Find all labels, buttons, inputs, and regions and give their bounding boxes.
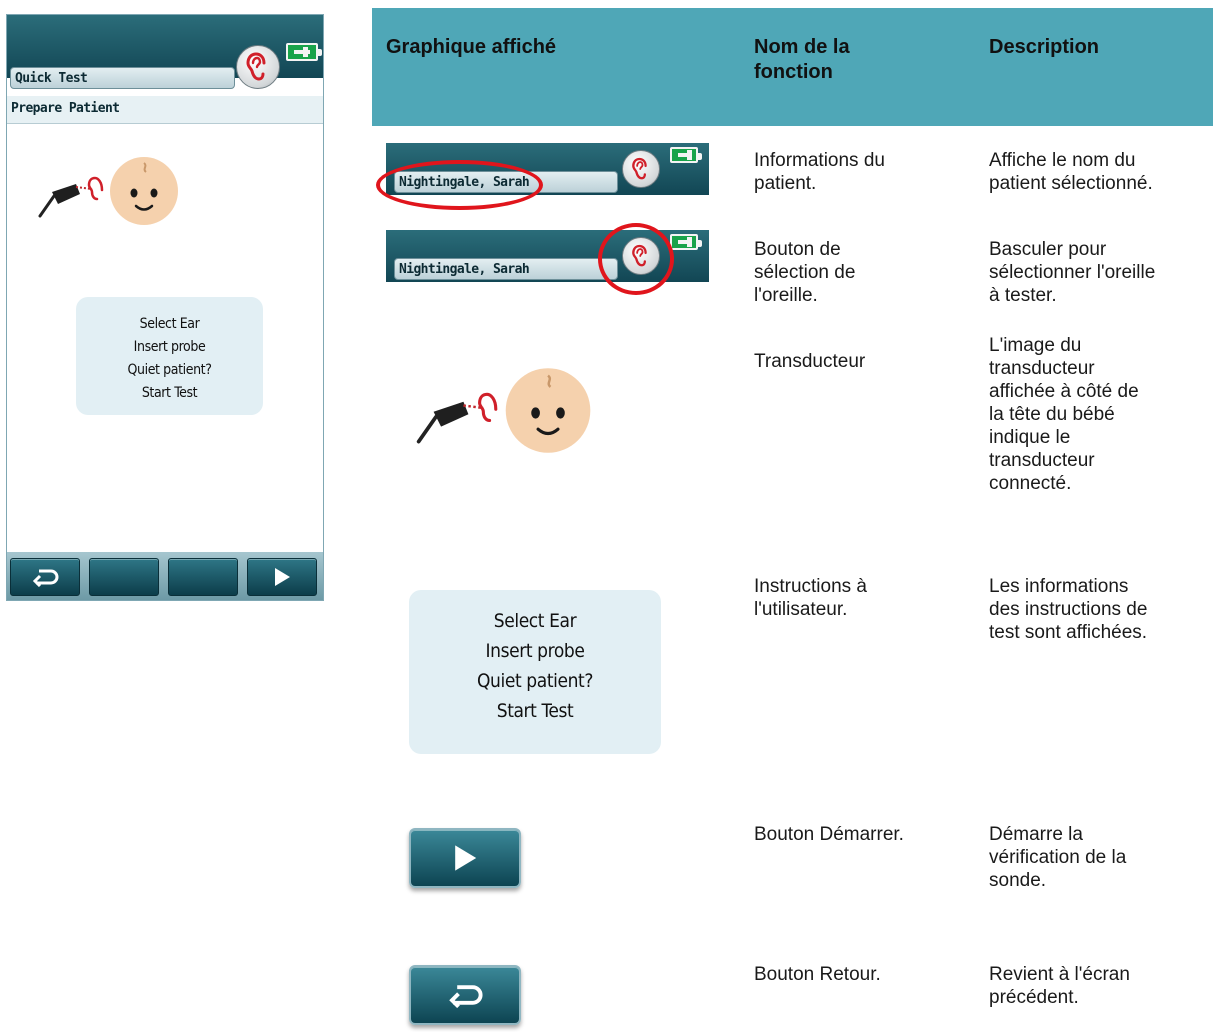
- function-description: Les informations des instructions de tes…: [989, 576, 1148, 643]
- instruction-line: Start Test: [496, 700, 574, 722]
- back-arrow-icon: [32, 569, 59, 587]
- device-footer: [7, 552, 323, 600]
- function-description: Revient à l'écran précédent.: [989, 964, 1130, 1008]
- footer-button-empty[interactable]: [89, 558, 159, 596]
- highlight-ring: [376, 160, 543, 210]
- back-button[interactable]: [10, 558, 80, 596]
- column-header-graphic: Graphique affiché: [386, 36, 557, 58]
- transducer-baby-illustration: [38, 157, 178, 225]
- instruction-line: Select Ear: [493, 610, 577, 632]
- highlight-ring: [598, 223, 674, 295]
- battery-icon: [286, 43, 322, 61]
- instruction-line: Insert probe: [133, 339, 206, 355]
- ear-icon: [246, 52, 266, 81]
- baby-head-icon: [505, 368, 591, 453]
- probe-icon: [416, 392, 498, 444]
- play-icon: [455, 845, 477, 871]
- patient-name-field: Nightingale, Sarah: [394, 258, 618, 280]
- ear-icon: [632, 157, 647, 180]
- instruction-line: Quiet patient?: [477, 670, 593, 692]
- start-button[interactable]: [247, 558, 317, 596]
- instruction-panel: Select Ear Insert probe Quiet patient? S…: [76, 297, 263, 415]
- function-name: Bouton Retour.: [754, 964, 881, 985]
- back-button: [409, 965, 521, 1025]
- ear-select-button: [622, 150, 660, 188]
- function-description: Basculer pour sélectionner l'oreille à t…: [989, 239, 1156, 306]
- patient-name-field: Quick Test: [10, 67, 235, 89]
- back-arrow-icon: [449, 985, 483, 1008]
- function-name: Instructions à l'utilisateur.: [754, 576, 867, 620]
- probe-icon: [38, 176, 104, 218]
- function-name: Transducteur: [754, 351, 866, 372]
- function-name: Bouton de sélection de l'oreille.: [754, 239, 856, 306]
- function-name: Bouton Démarrer.: [754, 824, 904, 845]
- column-header-function: Nom de la fonction: [754, 36, 850, 83]
- function-description: Démarre la vérification de la sonde.: [989, 824, 1127, 891]
- baby-head-icon: [110, 157, 178, 225]
- ear-select-button[interactable]: [236, 45, 280, 89]
- column-header-description: Description: [989, 36, 1100, 58]
- function-name: Informations du patient.: [754, 150, 885, 194]
- play-icon: [275, 568, 290, 586]
- battery-icon: [670, 234, 702, 250]
- function-description: L'image du transducteur affichée à côté …: [989, 335, 1139, 494]
- start-button: [409, 828, 521, 888]
- instruction-panel: Select Ear Insert probe Quiet patient? S…: [409, 590, 661, 754]
- transducer-baby-illustration: [416, 368, 591, 453]
- instruction-line: Quiet patient?: [127, 362, 212, 378]
- screen-subtitle: Prepare Patient: [7, 96, 323, 124]
- instruction-line: Insert probe: [485, 640, 585, 662]
- footer-button-empty[interactable]: [168, 558, 238, 596]
- instruction-line: Start Test: [141, 385, 198, 401]
- device-screen: Quick Test Prepare Patient Select Ear In…: [6, 14, 324, 601]
- instruction-line: Select Ear: [139, 316, 200, 332]
- function-description: Affiche le nom du patient sélectionné.: [989, 150, 1153, 194]
- battery-icon: [670, 147, 702, 163]
